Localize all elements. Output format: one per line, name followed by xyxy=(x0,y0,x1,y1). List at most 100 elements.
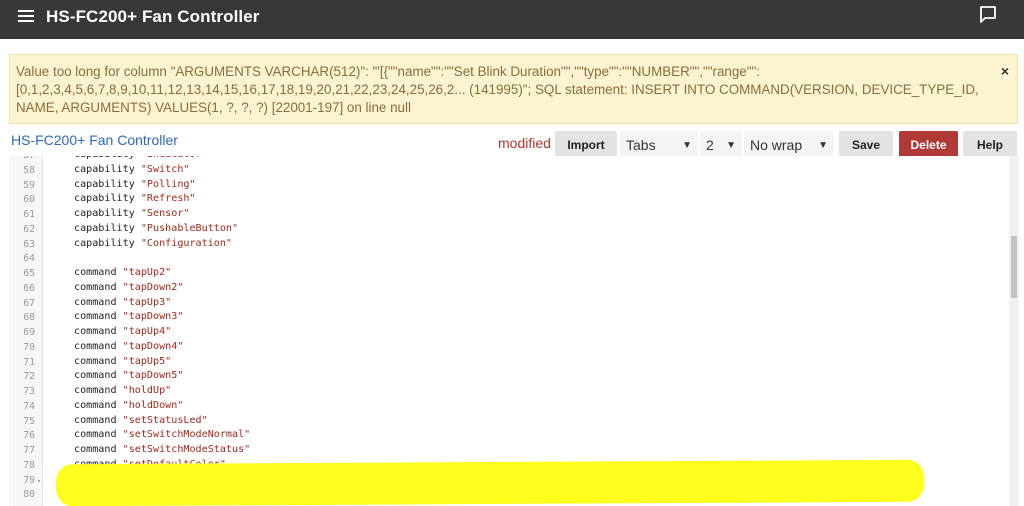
code-line: command "setSwitchModeNormal" xyxy=(74,429,250,440)
code-keyword: capability xyxy=(74,208,135,219)
line-number: 66 xyxy=(23,282,35,294)
feedback-icon[interactable] xyxy=(978,4,998,24)
line-number: 67 xyxy=(23,297,35,309)
code-keyword: capability xyxy=(74,156,135,160)
code-line: capability "Indicator" xyxy=(74,156,208,160)
code-keyword: capability xyxy=(74,193,135,205)
code-keyword: command xyxy=(74,385,117,396)
top-app-bar: HS-FC200+ Fan Controller xyxy=(0,0,1024,39)
code-keyword: capability xyxy=(74,178,135,190)
code-line: command "setStatusLed" xyxy=(74,415,208,426)
fold-arrow-icon[interactable]: ▾ xyxy=(37,477,41,485)
code-string: "Polling" xyxy=(140,178,196,190)
code-keyword: command xyxy=(74,296,117,308)
code-keyword: command xyxy=(74,370,117,382)
yellow-highlight-annotation xyxy=(55,459,925,506)
code-string: "Indicator" xyxy=(141,156,208,160)
editor-scrollbar[interactable] xyxy=(1009,156,1019,506)
code-string: "tapUp3" xyxy=(122,296,172,308)
code-string: "setSwitchModeStatus" xyxy=(122,444,251,455)
code-string: "holdUp" xyxy=(122,385,172,396)
code-string: "tapDown3" xyxy=(122,311,184,323)
code-line: command "tapDown3" xyxy=(74,311,183,322)
code-line: command "holdUp" xyxy=(74,385,171,396)
code-string: "tapDown4" xyxy=(122,340,184,352)
chevron-down-icon: ▼ xyxy=(818,140,828,151)
code-line: capability "Sensor" xyxy=(74,208,189,219)
close-alert-button[interactable]: × xyxy=(1001,63,1009,79)
code-string: "tapUp2" xyxy=(122,267,172,278)
code-keyword: command xyxy=(74,355,117,367)
line-number: 68 xyxy=(23,312,35,324)
code-line: capability "Switch" xyxy=(74,164,189,175)
hamburger-menu-icon[interactable] xyxy=(18,8,36,26)
code-keyword: command xyxy=(74,414,117,426)
code-line: capability "Polling" xyxy=(74,179,196,190)
app-title: HS-FC200+ Fan Controller xyxy=(46,7,260,26)
line-number: 61 xyxy=(23,209,35,220)
code-keyword: command xyxy=(74,326,117,337)
code-keyword: command xyxy=(74,340,117,352)
code-keyword: command xyxy=(74,444,117,455)
code-keyword: command xyxy=(74,267,117,278)
code-string: "tapDown2" xyxy=(122,281,184,293)
code-string: "tapDown5" xyxy=(122,370,184,382)
scrollbar-thumb[interactable] xyxy=(1011,236,1017,298)
code-string: "Configuration" xyxy=(140,237,233,249)
line-number: 60 xyxy=(23,194,35,206)
code-line: capability "Configuration" xyxy=(74,238,232,249)
code-string: "setSwitchModeNormal" xyxy=(122,429,251,441)
code-line: command "tapDown2" xyxy=(74,282,183,293)
error-message: Value too long for column "ARGUMENTS VAR… xyxy=(16,64,979,115)
code-keyword: capability xyxy=(74,163,135,175)
line-number: 65 xyxy=(23,268,35,279)
line-number: 64 xyxy=(23,253,35,265)
code-keyword: command xyxy=(74,311,117,323)
code-keyword: capability xyxy=(74,237,135,249)
line-number: 74 xyxy=(23,400,35,412)
code-line: command "tapUp5" xyxy=(74,356,171,367)
chevron-down-icon: ▼ xyxy=(726,140,736,151)
line-number-gutter: 57 58 59 60 61 62 63 64 65 66 67 68 69 70 71 72 73 74 75 76… xyxy=(9,156,43,506)
code-string: "tapUp4" xyxy=(122,326,172,337)
code-string: "holdDown" xyxy=(122,399,184,411)
indent-size-value: 2 xyxy=(706,137,714,153)
code-string: "Refresh" xyxy=(140,193,196,205)
line-number: 72 xyxy=(23,371,35,383)
line-number: 75 xyxy=(23,415,35,427)
code-line: command "tapUp2" xyxy=(74,267,171,278)
line-number: 58 xyxy=(23,164,35,176)
line-number: 79 xyxy=(23,474,35,486)
code-string: "setStatusLed" xyxy=(122,414,208,426)
wrap-value: No wrap xyxy=(750,137,803,153)
chevron-down-icon: ▼ xyxy=(682,140,692,151)
code-keyword: command xyxy=(74,399,117,411)
code-keyword: command xyxy=(74,281,117,293)
code-keyword: command xyxy=(74,429,117,441)
line-number: 63 xyxy=(23,238,35,250)
error-alert: Value too long for column "ARGUMENTS VAR… xyxy=(9,54,1018,124)
line-number: 69 xyxy=(23,327,35,338)
code-string: "Sensor" xyxy=(140,208,190,219)
line-number: 70 xyxy=(23,341,35,353)
line-number: 80 xyxy=(23,489,35,501)
line-number: 59 xyxy=(23,179,35,191)
modified-status: modified xyxy=(498,135,551,151)
code-editor[interactable]: 57 58 59 60 61 62 63 64 65 66 67 68 69 70 71 72 73 74 75 76… xyxy=(9,156,1021,506)
code-line: command "holdDown" xyxy=(74,400,183,411)
line-number: 78 xyxy=(23,459,35,471)
code-string: "Switch" xyxy=(140,163,190,175)
code-line: command "tapUp3" xyxy=(74,297,171,308)
code-line: command "setSwitchModeStatus" xyxy=(74,444,250,455)
code-string: "tapUp5" xyxy=(122,355,172,367)
line-number: 71 xyxy=(23,356,35,368)
code-string: "PushableButton" xyxy=(140,222,239,234)
code-line: command "tapDown5" xyxy=(74,370,183,381)
line-number: 62 xyxy=(23,223,35,235)
line-number: 73 xyxy=(23,386,35,397)
code-keyword: capability xyxy=(74,222,135,234)
code-line: command "tapUp4" xyxy=(74,326,171,337)
code-line: capability "PushableButton" xyxy=(74,223,238,234)
line-number: 76 xyxy=(23,430,35,442)
line-number: 77 xyxy=(23,445,35,456)
